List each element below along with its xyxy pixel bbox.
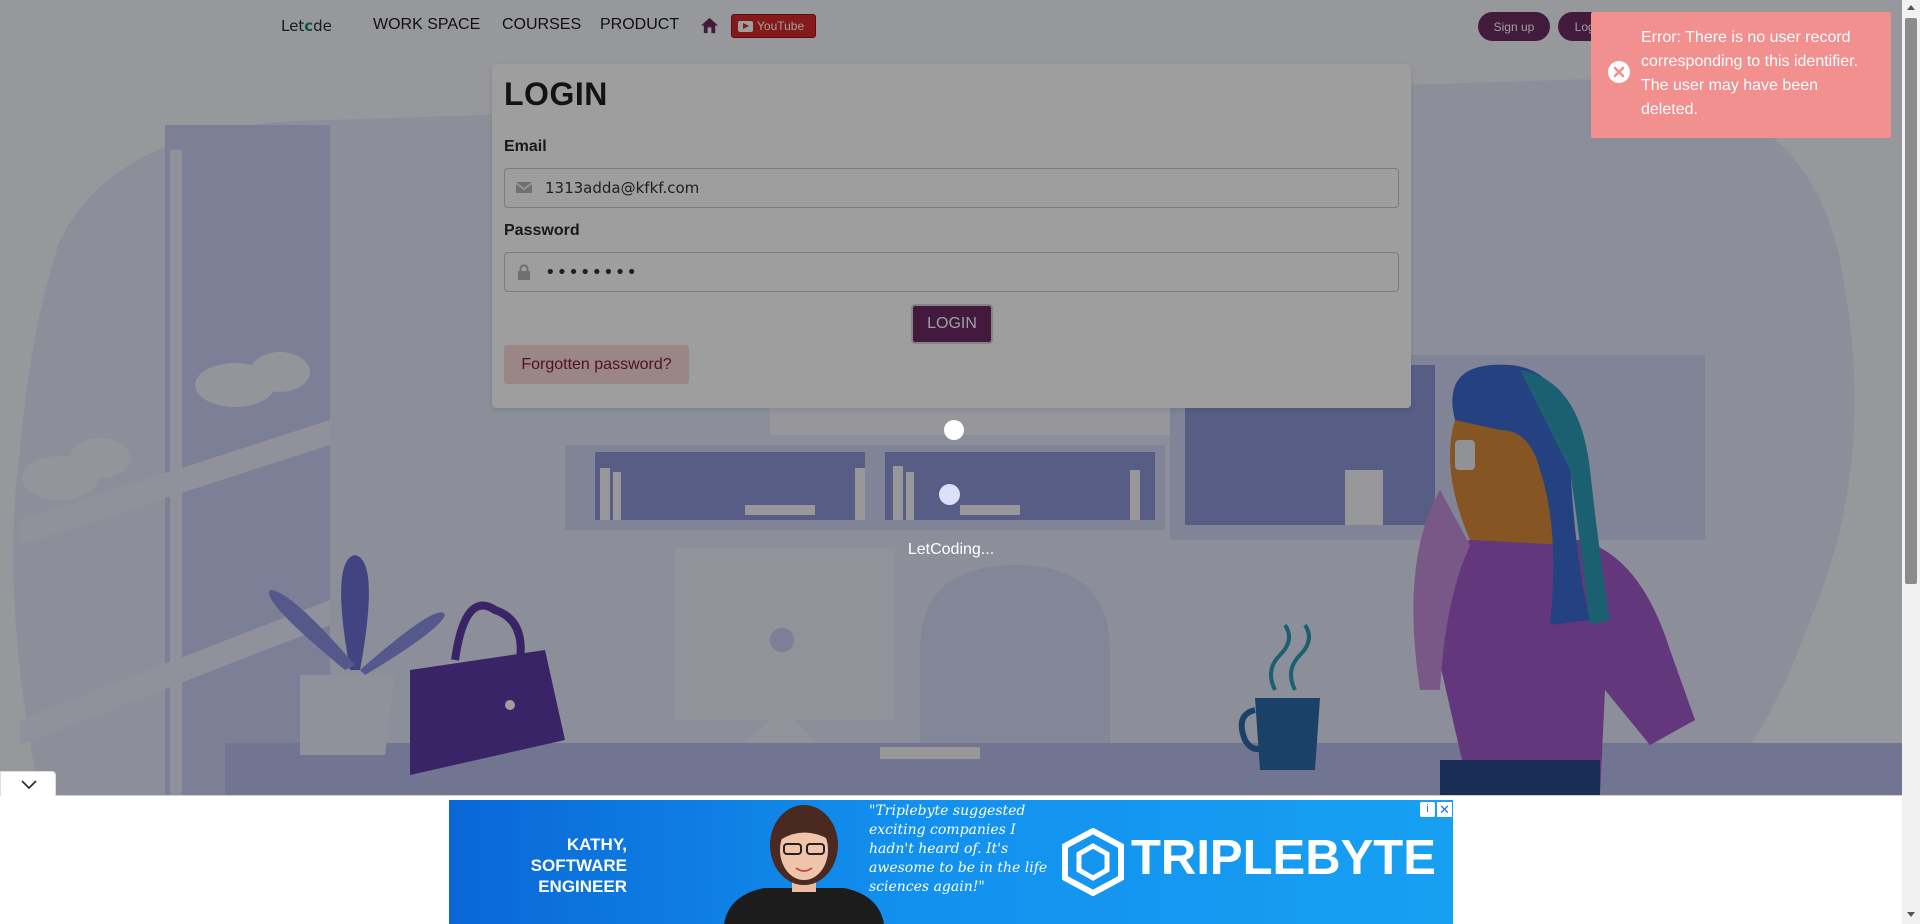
advertisement[interactable]: KATHY, SOFTWARE ENGINEER "Triplebyte sug… xyxy=(449,800,1453,924)
close-icon[interactable]: ✕ xyxy=(1437,802,1452,817)
chevron-down-icon xyxy=(21,780,37,790)
scroll-down-arrow[interactable] xyxy=(1907,912,1915,917)
ad-quote: "Triplebyte suggested exciting companies… xyxy=(869,803,1048,895)
ad-person-name: KATHY, SOFTWARE ENGINEER xyxy=(530,835,627,896)
page-scrollbar[interactable] xyxy=(1902,0,1920,924)
error-toast[interactable]: Error: There is no user record correspon… xyxy=(1591,12,1891,138)
scroll-up-arrow[interactable] xyxy=(1907,5,1915,10)
loader-dot-top xyxy=(944,420,964,440)
scroll-thumb[interactable] xyxy=(1905,18,1917,584)
close-circle-icon[interactable] xyxy=(1607,60,1631,84)
ad-collapse-button[interactable] xyxy=(0,771,56,796)
loader-dot-bottom xyxy=(939,484,960,505)
error-message: Error: There is no user record correspon… xyxy=(1641,29,1859,118)
adchoices-icon[interactable]: i xyxy=(1420,802,1435,817)
page-background: Letcde WORK SPACE COURSES PRODUCT YouTub… xyxy=(0,0,1902,795)
ad-brand-name: TRIPLEBYTE xyxy=(1131,831,1436,885)
loader-text: LetCoding... xyxy=(907,541,995,558)
triplebyte-logo-icon xyxy=(1062,828,1124,896)
